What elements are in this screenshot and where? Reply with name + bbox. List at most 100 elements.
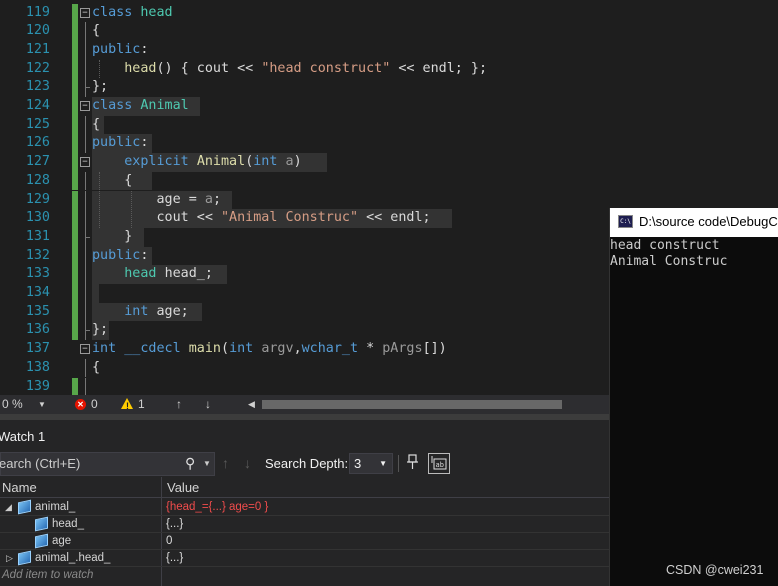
watch-search-input[interactable]: earch (Ctrl+E) ⚲ ▼ (0, 452, 215, 476)
outline-line (85, 265, 86, 284)
error-count[interactable]: 0 (91, 395, 98, 414)
search-depth-select[interactable]: 3 ▼ (349, 453, 393, 474)
code-line[interactable]: 124 − class Animal (0, 97, 610, 116)
code-text: { (92, 22, 100, 41)
field-icon (35, 516, 48, 532)
code-line[interactable]: 131 } (0, 227, 610, 247)
error-icon[interactable]: ✕ (75, 399, 86, 410)
watch-row-value[interactable]: {...} (166, 550, 183, 567)
watch-row-name: animal_.head_ (35, 552, 111, 564)
line-number: 135 (25, 303, 50, 319)
code-line[interactable]: 120 { (0, 22, 610, 41)
code-line[interactable]: 122 head() { cout << "head construct" <<… (0, 59, 610, 79)
zoom-dropdown-icon[interactable]: ▼ (38, 395, 46, 414)
find-previous-icon[interactable]: ↑ (222, 455, 229, 471)
code-token: int (92, 341, 125, 357)
code-token: ) (293, 154, 302, 170)
code-text: }; (92, 78, 108, 97)
line-number: 139 (25, 378, 50, 394)
code-line[interactable]: 127 − explicit Animal(int a) (0, 153, 610, 172)
find-next-icon[interactable]: ↓ (244, 455, 251, 471)
search-dropdown-icon[interactable]: ▼ (203, 459, 211, 468)
code-token: () { cout << (156, 60, 262, 76)
collapse-icon[interactable]: − (80, 157, 90, 168)
expand-icon[interactable]: ▷ (6, 550, 13, 567)
change-indicator (72, 22, 78, 41)
outline-line (85, 209, 86, 228)
code-line[interactable]: 130 cout << "Animal Construc" << endl; (0, 209, 610, 228)
console-output-line: head construct (610, 238, 720, 253)
change-indicator (72, 265, 78, 284)
change-indicator (72, 40, 78, 60)
code-line[interactable]: 126 public: (0, 134, 610, 154)
outline-line (85, 358, 86, 378)
code-line[interactable]: 129 age = a; (0, 190, 610, 210)
collapse-icon[interactable]: ◢ (5, 499, 12, 516)
code-line[interactable]: 134 (0, 284, 610, 303)
change-indicator (72, 321, 78, 341)
collapse-icon[interactable]: − (80, 101, 90, 111)
column-header-value[interactable]: Value (167, 477, 199, 498)
search-icon[interactable]: ⚲ (185, 455, 195, 472)
add-watch-row[interactable]: Add item to watch (0, 567, 610, 584)
code-line[interactable]: 132 public: (0, 246, 610, 266)
line-number: 121 (25, 41, 50, 57)
code-token: int (124, 303, 157, 319)
code-line[interactable]: 133 head head_; (0, 265, 610, 284)
scroll-left-icon[interactable]: ◀ (248, 395, 255, 414)
line-number: 125 (25, 116, 50, 132)
code-line[interactable]: 138 { (0, 358, 610, 378)
outline-end (85, 330, 90, 332)
column-header-name[interactable]: Name (2, 477, 37, 498)
collapse-icon[interactable]: − (80, 344, 90, 355)
zoom-level[interactable]: 0 % (2, 395, 23, 414)
horizontal-scrollbar[interactable] (262, 400, 562, 409)
code-token: "head construct" (261, 60, 391, 76)
change-indicator (72, 59, 78, 79)
previous-issue-icon[interactable]: ↑ (176, 395, 182, 414)
code-token: }; (92, 79, 109, 95)
code-line[interactable]: 135 int age; (0, 302, 610, 322)
code-token: } (92, 228, 133, 244)
code-token: a (285, 154, 294, 170)
warning-count[interactable]: 1 (138, 395, 145, 414)
code-token: , (293, 341, 302, 357)
code-line[interactable]: 128 { (0, 171, 610, 191)
code-token: head (124, 266, 165, 282)
collapse-icon[interactable]: − (80, 7, 90, 18)
next-issue-icon[interactable]: ↓ (205, 395, 211, 414)
add-item-placeholder[interactable]: Add item to watch (2, 567, 93, 584)
watch-row-value[interactable]: 0 (166, 533, 172, 550)
watch-row[interactable]: ▷ animal_.head_ {...} (0, 550, 610, 567)
watch-row-value[interactable]: {head_={...} age=0 } (166, 499, 268, 516)
change-indicator (72, 302, 78, 322)
code-text: }; (92, 321, 109, 341)
console-title-bar[interactable]: C:\ D:\source code\DebugC (610, 208, 778, 237)
code-line[interactable]: 123}; (0, 78, 610, 97)
watch-row-value[interactable]: {...} (166, 516, 183, 533)
hex-display-icon[interactable]: ab (428, 453, 450, 474)
watch-row[interactable]: ◢ animal_ {head_={...} age=0 } (0, 499, 610, 516)
code-line[interactable]: 125 { (0, 115, 610, 135)
line-number: 119 (25, 4, 50, 20)
code-token: : (140, 41, 149, 57)
code-line[interactable]: 121 public: (0, 40, 610, 60)
pin-icon[interactable] (404, 453, 424, 473)
code-editor[interactable]: 119− class head 120{121 public: 122 head() {… (0, 0, 610, 395)
watch-row[interactable]: head_ {...} (0, 516, 610, 533)
code-line[interactable]: 119 − class head (0, 3, 610, 23)
indent-guide (131, 190, 132, 228)
indent-guide (99, 171, 100, 228)
code-token: public (92, 41, 141, 57)
code-line[interactable]: 137 − int __cdecl main(int argv,wchar_t * … (0, 340, 610, 359)
console-window[interactable]: C:\ D:\source code\DebugC head construct… (609, 208, 778, 586)
editor-status-bar: 0 % ▼ ✕ 0 ! 1 ↑ ↓ ◀ (0, 395, 610, 414)
code-line[interactable]: 139 (0, 377, 610, 395)
outline-line (85, 246, 86, 266)
code-line[interactable]: 136}; (0, 321, 610, 341)
code-token: public (92, 247, 141, 263)
code-token: class (92, 4, 141, 20)
code-text: public: (92, 246, 152, 266)
watch-row[interactable]: age 0 (0, 533, 610, 550)
